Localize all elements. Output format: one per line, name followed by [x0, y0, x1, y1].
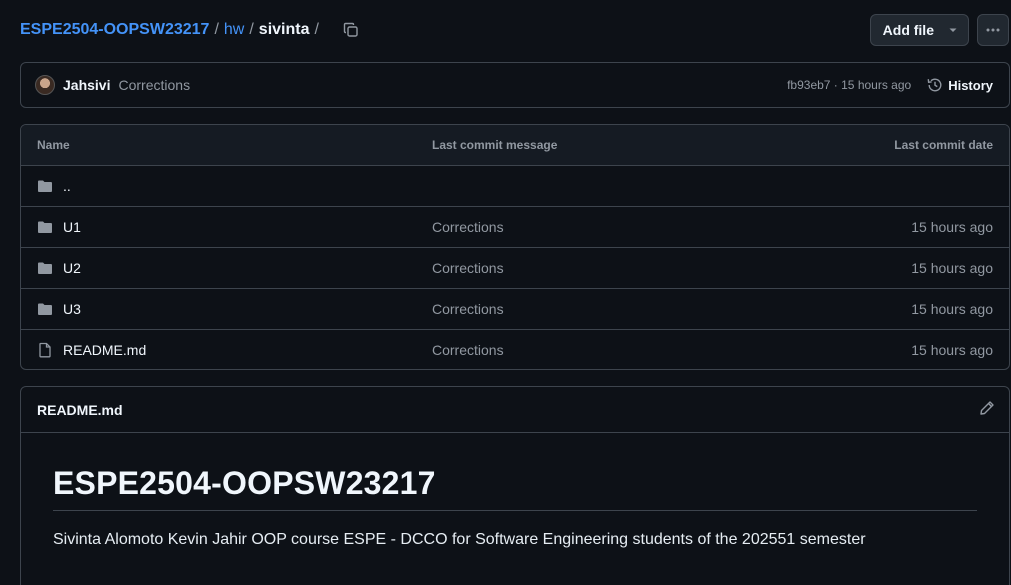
table-header: Name Last commit message Last commit dat…: [21, 125, 1009, 166]
folder-icon: [37, 301, 53, 317]
avatar[interactable]: [35, 75, 55, 95]
folder-link-u2[interactable]: U2: [63, 260, 81, 276]
table-row[interactable]: U3 Corrections 15 hours ago: [21, 289, 1009, 330]
history-icon: [927, 78, 942, 92]
breadcrumb-separator: /: [214, 21, 219, 38]
row-commit-message[interactable]: Corrections: [432, 260, 809, 276]
header-last-commit-date: Last commit date: [894, 138, 993, 152]
folder-icon: [37, 219, 53, 235]
table-row[interactable]: U1 Corrections 15 hours ago: [21, 207, 1009, 248]
readme-content: ESPE2504-OOPSW23217 Sivinta Alomoto Kevi…: [21, 433, 1009, 549]
breadcrumb-repo-link[interactable]: ESPE2504-OOPSW23217: [20, 21, 209, 39]
file-link-readme[interactable]: README.md: [63, 342, 146, 358]
row-commit-date: 15 hours ago: [911, 342, 993, 358]
readme-title: ESPE2504-OOPSW23217: [53, 465, 977, 511]
row-commit-message[interactable]: Corrections: [432, 342, 809, 358]
readme-filename[interactable]: README.md: [37, 402, 123, 418]
top-bar: ESPE2504-OOPSW23217 / hw / sivinta / Add…: [20, 14, 1009, 46]
folder-icon: [37, 260, 53, 276]
latest-commit-box: Jahsivi Corrections fb93eb7 · 15 hours a…: [20, 62, 1010, 108]
breadcrumb-folder-link[interactable]: hw: [224, 21, 244, 39]
breadcrumb-separator: /: [249, 21, 254, 38]
folder-link-u1[interactable]: U1: [63, 219, 81, 235]
row-commit-date: 15 hours ago: [911, 301, 993, 317]
commit-message-link[interactable]: Corrections: [118, 77, 190, 93]
triangle-down-icon: [949, 28, 957, 32]
row-commit-date: 15 hours ago: [911, 219, 993, 235]
breadcrumb-separator: /: [314, 21, 319, 38]
edit-readme-button[interactable]: [979, 400, 995, 419]
file-icon: [37, 342, 53, 358]
add-file-button[interactable]: Add file: [869, 14, 969, 46]
row-commit-message[interactable]: Corrections: [432, 219, 809, 235]
parent-directory-link[interactable]: ..: [63, 178, 71, 194]
breadcrumb-current: sivinta: [258, 21, 310, 38]
table-row[interactable]: ..: [21, 166, 1009, 207]
commit-author-link[interactable]: Jahsivi: [63, 77, 110, 93]
table-row[interactable]: U2 Corrections 15 hours ago: [21, 248, 1009, 289]
commit-hash-and-time[interactable]: fb93eb7 · 15 hours ago: [787, 78, 911, 92]
file-table: Name Last commit message Last commit dat…: [20, 124, 1010, 370]
copy-icon: [343, 22, 358, 37]
copy-path-button[interactable]: [342, 21, 360, 39]
history-link[interactable]: History: [927, 77, 993, 93]
kebab-horizontal-icon: [986, 28, 1000, 32]
header-name: Name: [37, 138, 70, 152]
more-options-button[interactable]: [977, 14, 1009, 46]
readme-description: Sivinta Alomoto Kevin Jahir OOP course E…: [53, 531, 866, 548]
breadcrumb: ESPE2504-OOPSW23217 / hw / sivinta /: [20, 21, 324, 39]
table-row[interactable]: README.md Corrections 15 hours ago: [21, 330, 1009, 369]
row-commit-message[interactable]: Corrections: [432, 301, 809, 317]
readme-panel: README.md ESPE2504-OOPSW23217 Sivinta Al…: [20, 386, 1010, 585]
pencil-icon: [980, 401, 994, 415]
folder-icon: [37, 178, 53, 194]
history-label: History: [948, 77, 993, 93]
row-commit-date: 15 hours ago: [911, 260, 993, 276]
folder-link-u3[interactable]: U3: [63, 301, 81, 317]
add-file-label: Add file: [882, 22, 934, 38]
repo-page: ESPE2504-OOPSW23217 / hw / sivinta / Add…: [0, 0, 1011, 585]
header-last-commit-message: Last commit message: [432, 138, 558, 152]
readme-header: README.md: [21, 387, 1009, 433]
